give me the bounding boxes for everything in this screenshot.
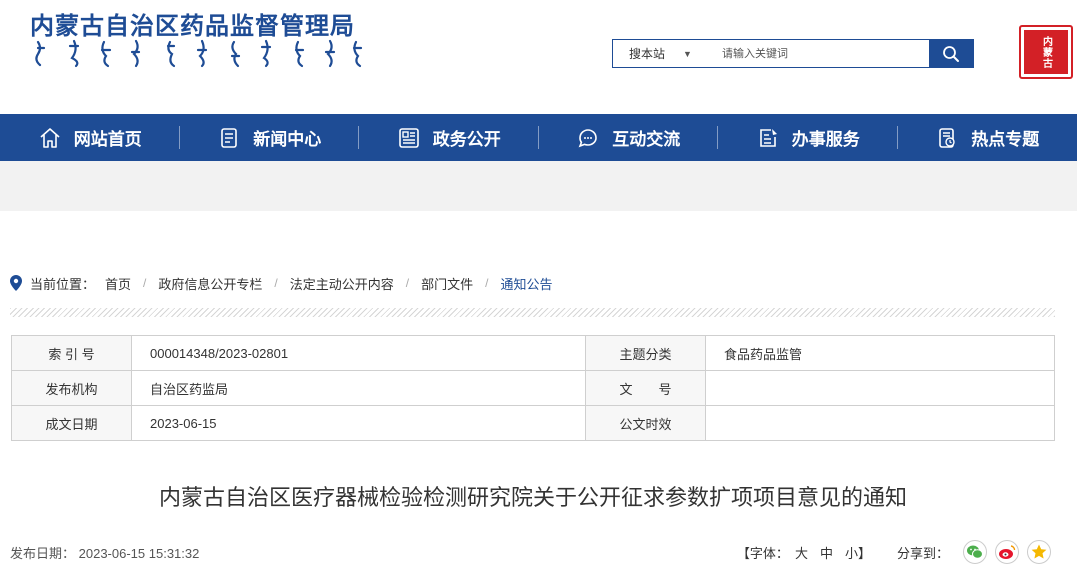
nav-item-label: 政务公开 bbox=[432, 130, 501, 149]
chat-icon bbox=[578, 128, 598, 147]
subject-label: 主题分类 bbox=[585, 335, 706, 371]
site-header: 内蒙古自治区药品监督管理局 搜本站 ▼ 请输入关键词 内蒙古 bbox=[0, 0, 1077, 114]
service-icon bbox=[759, 128, 777, 147]
hatched-divider bbox=[10, 308, 1055, 317]
date-label: 成文日期 bbox=[11, 405, 132, 441]
nav-item-topics[interactable]: 热点专题 bbox=[898, 114, 1077, 161]
publish-info: 发布日期： 2023-06-15 15:31:32 bbox=[10, 543, 199, 562]
share-weibo-button[interactable] bbox=[995, 540, 1019, 564]
location-pin-icon bbox=[10, 275, 22, 291]
date-value: 2023-06-15 bbox=[131, 405, 586, 441]
breadcrumb-separator: / bbox=[274, 276, 278, 290]
nav-item-gov-info[interactable]: 政务公开 bbox=[359, 114, 539, 161]
validity-label: 公文时效 bbox=[585, 405, 706, 441]
publish-label: 发布日期： bbox=[10, 546, 76, 561]
nav-item-label: 网站首页 bbox=[73, 130, 142, 149]
font-size-label: 【字体： bbox=[736, 545, 789, 561]
breadcrumb-separator: / bbox=[143, 276, 147, 290]
weibo-icon bbox=[999, 545, 1016, 559]
search-icon bbox=[943, 45, 959, 62]
nav-item-label: 热点专题 bbox=[971, 130, 1040, 149]
breadcrumb-home[interactable]: 首页 bbox=[105, 274, 131, 293]
index-value: 000014348/2023-02801 bbox=[131, 335, 586, 371]
font-small-button[interactable]: 小】 bbox=[845, 543, 871, 562]
article-title: 内蒙古自治区医疗器械检验检测研究院关于公开征求参数扩项项目意见的通知 bbox=[158, 485, 907, 510]
search-scope-select[interactable]: 搜本站 ▼ bbox=[613, 40, 718, 67]
breadcrumb: 当前位置： 首页 / 政府信息公开专栏 / 法定主动公开内容 / 部门文件 / … bbox=[10, 272, 552, 294]
validity-value bbox=[705, 405, 1055, 441]
org-value: 自治区药监局 bbox=[131, 370, 586, 406]
search-input[interactable] bbox=[718, 40, 929, 67]
wechat-icon bbox=[967, 545, 983, 559]
nav-item-interaction[interactable]: 互动交流 bbox=[539, 114, 719, 161]
search-bar: 搜本站 ▼ bbox=[612, 39, 974, 68]
share-favorite-button[interactable] bbox=[1027, 540, 1051, 564]
breadcrumb-dept-files[interactable]: 部门文件 bbox=[421, 274, 473, 293]
docno-value bbox=[705, 370, 1055, 406]
site-title[interactable]: 内蒙古自治区药品监督管理局 bbox=[30, 6, 355, 41]
seal-logo: 内蒙古 bbox=[1019, 25, 1073, 79]
mongolian-script-logo bbox=[35, 39, 363, 68]
publish-time: 2023-06-15 15:31:32 bbox=[78, 546, 200, 561]
banner-band bbox=[0, 161, 1077, 211]
nav-item-services[interactable]: 办事服务 bbox=[718, 114, 898, 161]
article-tools: 【字体： 大 中 小】 分享到： bbox=[737, 540, 1051, 564]
document-info-table: 索 引 号 000014348/2023-02801 主题分类 食品药品监管 发… bbox=[11, 335, 1055, 441]
nav-item-news[interactable]: 新闻中心 bbox=[180, 114, 360, 161]
share-wechat-button[interactable] bbox=[963, 540, 987, 564]
seal-text: 内蒙古 bbox=[1040, 35, 1052, 69]
org-label: 发布机构 bbox=[11, 370, 132, 406]
breadcrumb-separator: / bbox=[405, 276, 410, 290]
table-row: 发布机构 自治区药监局 文 号 bbox=[11, 370, 1055, 406]
news-icon bbox=[221, 127, 238, 148]
topic-icon bbox=[939, 127, 955, 148]
main-nav: 网站首页 新闻中心 政务公开 互动交流 办事服务 热点专题 bbox=[0, 114, 1077, 161]
share-label: 分享到： bbox=[896, 545, 949, 561]
search-button[interactable] bbox=[929, 40, 973, 67]
font-medium-button[interactable]: 中 bbox=[820, 543, 833, 562]
gov-info-icon bbox=[398, 127, 419, 148]
index-label: 索 引 号 bbox=[11, 335, 132, 371]
breadcrumb-statutory-content[interactable]: 法定主动公开内容 bbox=[290, 274, 394, 293]
breadcrumb-label: 当前位置： bbox=[30, 276, 96, 292]
nav-item-label: 互动交流 bbox=[612, 130, 681, 149]
table-row: 成文日期 2023-06-15 公文时效 bbox=[11, 405, 1055, 441]
nav-item-home[interactable]: 网站首页 bbox=[0, 114, 180, 161]
star-icon bbox=[1031, 544, 1047, 559]
docno-label: 文 号 bbox=[585, 370, 706, 406]
nav-item-label: 办事服务 bbox=[791, 130, 860, 149]
breadcrumb-separator: / bbox=[485, 276, 489, 290]
nav-item-label: 新闻中心 bbox=[253, 130, 322, 149]
breadcrumb-notices[interactable]: 通知公告 bbox=[500, 274, 552, 293]
breadcrumb-gov-info-column[interactable]: 政府信息公开专栏 bbox=[158, 274, 262, 293]
search-scope-label: 搜本站 bbox=[629, 47, 666, 61]
table-row: 索 引 号 000014348/2023-02801 主题分类 食品药品监管 bbox=[11, 335, 1055, 371]
font-large-button[interactable]: 大 bbox=[795, 543, 808, 562]
home-icon bbox=[40, 127, 60, 148]
caret-down-icon: ▼ bbox=[683, 48, 692, 59]
subject-value: 食品药品监管 bbox=[705, 335, 1055, 371]
